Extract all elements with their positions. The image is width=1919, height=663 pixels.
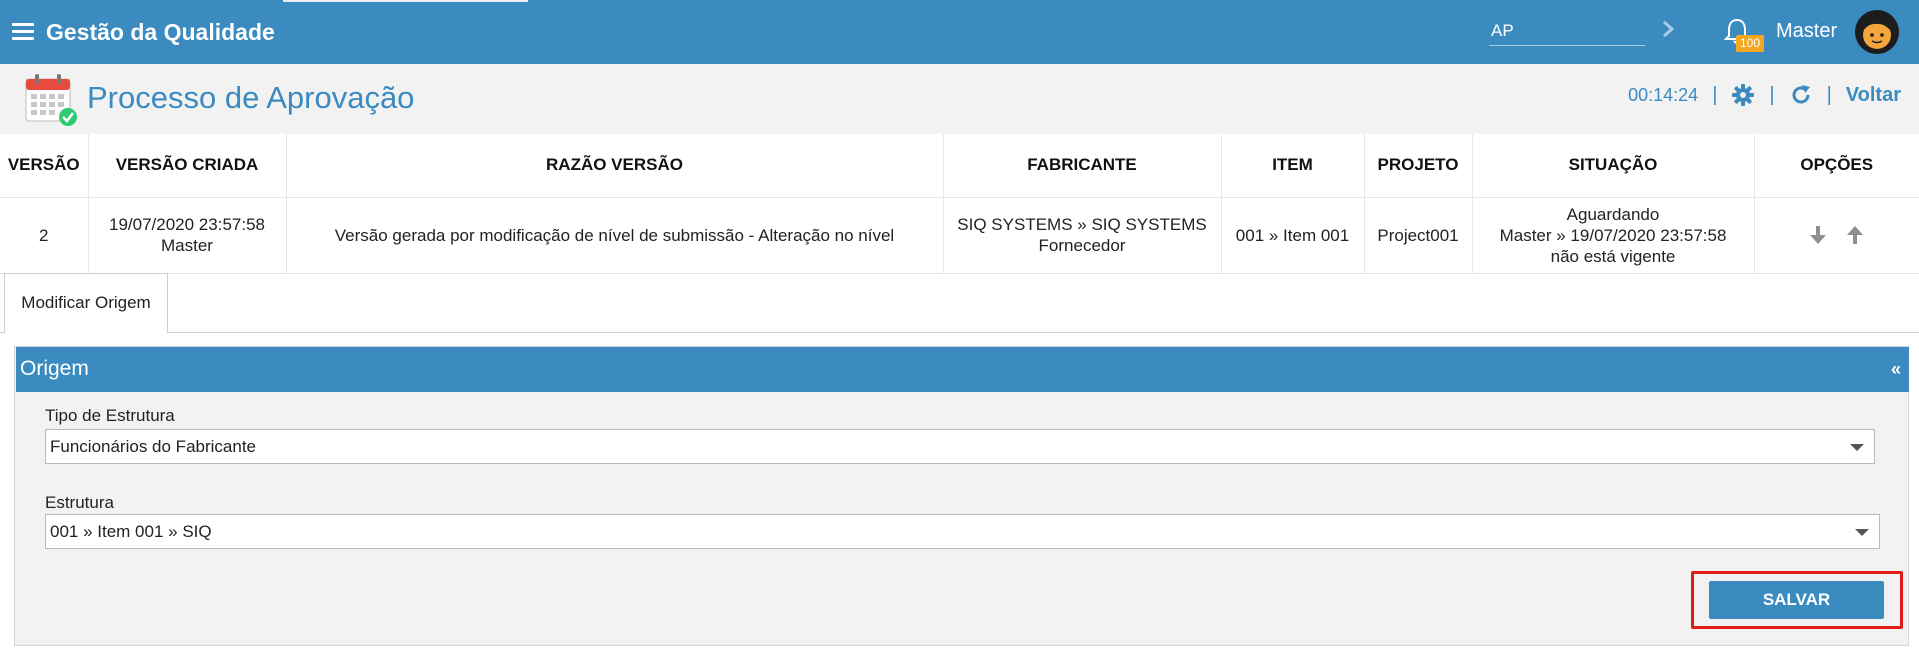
save-button[interactable]: SALVAR — [1709, 581, 1884, 619]
column-header-situacao[interactable]: SITUAÇÃO — [1472, 134, 1755, 198]
search-input[interactable] — [1489, 16, 1645, 46]
divider: | — [1769, 83, 1775, 106]
status-validity: não está vigente — [1550, 246, 1676, 266]
column-header-razao-versao[interactable]: RAZÃO VERSÃO — [286, 134, 944, 198]
versions-table: VERSÃO VERSÃO CRIADA RAZÃO VERSÃO FABRIC… — [0, 134, 1919, 274]
menu-icon[interactable] — [12, 23, 34, 41]
divider: | — [1712, 83, 1718, 106]
column-header-versao[interactable]: VERSÃO — [0, 134, 89, 198]
status-text: Aguardando — [1566, 204, 1660, 224]
arrow-down-icon[interactable] — [1807, 224, 1829, 246]
top-bar-accent — [283, 0, 528, 2]
page-title: Processo de Aprovação — [87, 80, 415, 115]
column-header-fabricante[interactable]: FABRICANTE — [943, 134, 1222, 198]
column-header-projeto[interactable]: PROJETO — [1364, 134, 1473, 198]
cell-opcoes — [1754, 197, 1919, 274]
header-tools: 00:14:24 | | | Voltar — [1628, 83, 1901, 107]
structure-type-label: Tipo de Estrutura — [45, 406, 175, 425]
back-link[interactable]: Voltar — [1846, 84, 1901, 107]
panel-title: Origem — [20, 357, 89, 380]
calendar-check-icon — [25, 74, 77, 126]
structure-label: Estrutura — [45, 493, 114, 512]
cell-razao-versao: Versão gerada por modificação de nível d… — [286, 197, 944, 274]
arrow-up-icon[interactable] — [1844, 224, 1866, 246]
manufacturer-type: Fornecedor — [1038, 236, 1126, 255]
created-date: 19/07/2020 23:57:58 — [109, 215, 265, 234]
column-header-opcoes: OPÇÕES — [1754, 134, 1919, 198]
table-row[interactable]: 2 19/07/2020 23:57:58 Master Versão gera… — [0, 197, 1919, 274]
structure-select[interactable]: 001 » Item 001 » SIQ — [45, 514, 1880, 549]
structure-value: 001 » Item 001 » SIQ — [50, 522, 212, 541]
user-name[interactable]: Master — [1776, 20, 1837, 43]
notifications-badge: 100 — [1736, 35, 1765, 52]
app-title: Gestão da Qualidade — [46, 19, 275, 45]
chevron-right-icon[interactable] — [1659, 15, 1679, 43]
structure-type-select[interactable]: Funcionários do Fabricante — [45, 429, 1875, 464]
cell-projeto: Project001 — [1364, 197, 1473, 274]
tab-modificar-origem[interactable]: Modificar Origem — [4, 273, 168, 333]
refresh-icon[interactable] — [1789, 83, 1813, 107]
column-header-item[interactable]: ITEM — [1221, 134, 1365, 198]
structure-type-value: Funcionários do Fabricante — [50, 437, 257, 456]
avatar[interactable] — [1854, 9, 1900, 55]
cell-fabricante: SIQ SYSTEMS » SIQ SYSTEMS Fornecedor — [943, 197, 1222, 274]
chevron-down-icon — [1855, 529, 1869, 536]
created-user: Master — [161, 236, 213, 255]
status-detail: Master » 19/07/2020 23:57:58 — [1499, 225, 1727, 245]
divider: | — [1826, 83, 1832, 106]
gear-icon[interactable] — [1731, 83, 1755, 107]
cell-versao: 2 — [0, 197, 89, 274]
panel-header — [16, 347, 1909, 392]
chevron-down-icon — [1850, 444, 1864, 451]
tab-divider — [0, 332, 1919, 333]
cell-versao-criada: 19/07/2020 23:57:58 Master — [88, 197, 287, 274]
manufacturer-name: SIQ SYSTEMS » SIQ SYSTEMS — [957, 215, 1207, 234]
collapse-icon[interactable]: « — [1891, 359, 1901, 380]
column-header-versao-criada[interactable]: VERSÃO CRIADA — [88, 134, 287, 198]
table-header-row: VERSÃO VERSÃO CRIADA RAZÃO VERSÃO FABRIC… — [0, 134, 1919, 198]
cell-situacao: Aguardando Master » 19/07/2020 23:57:58 … — [1472, 197, 1755, 274]
cell-item: 001 » Item 001 — [1221, 197, 1365, 274]
session-timer: 00:14:24 — [1628, 84, 1699, 105]
